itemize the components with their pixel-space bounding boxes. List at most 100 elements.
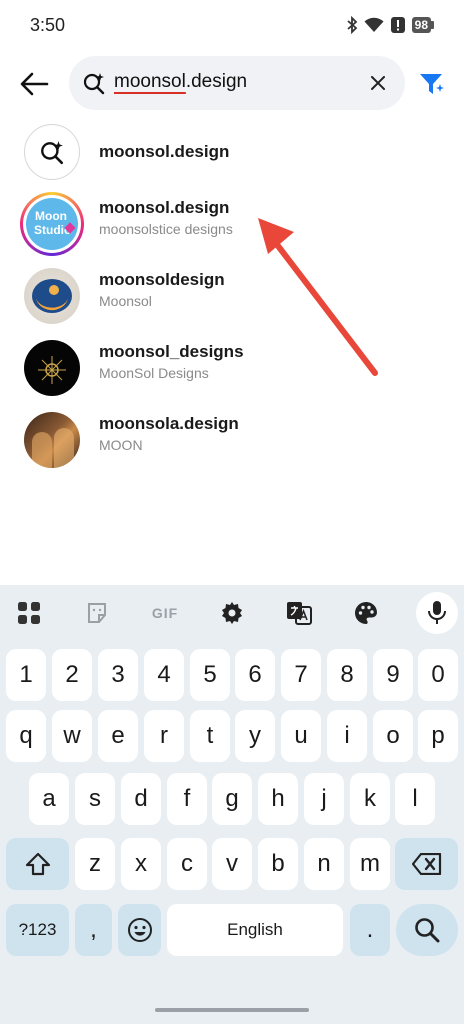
key-s[interactable]: s (75, 773, 115, 825)
result-title: moonsol.design (99, 142, 230, 161)
avatar (24, 412, 80, 468)
result-subtitle: MoonSol Designs (99, 365, 209, 381)
clear-search-button[interactable] (367, 72, 389, 94)
result-account-row[interactable]: moonsola.design MOON (0, 406, 464, 474)
shift-key[interactable] (6, 838, 69, 890)
key-j[interactable]: j (304, 773, 344, 825)
key-v[interactable]: v (212, 838, 252, 890)
keyboard: GIF 1 2 3 4 5 6 7 8 9 0 q w e r t y u i … (0, 585, 464, 1024)
key-0[interactable]: 0 (418, 649, 458, 701)
result-account-row[interactable]: moonsol_designs MoonSol Designs (0, 334, 464, 402)
key-2[interactable]: 2 (52, 649, 92, 701)
search-icon (415, 918, 440, 943)
back-arrow-icon (20, 72, 49, 96)
key-x[interactable]: x (121, 838, 161, 890)
result-subtitle: moonsolstice designs (99, 221, 233, 237)
translate-icon (287, 602, 312, 625)
key-8[interactable]: 8 (327, 649, 367, 701)
translate-button[interactable] (285, 599, 313, 627)
gif-label: GIF (151, 605, 179, 621)
result-title: moonsola.design (99, 414, 239, 433)
key-r[interactable]: r (144, 710, 184, 762)
key-n[interactable]: n (304, 838, 344, 890)
key-a[interactable]: a (29, 773, 69, 825)
avatar: Moon Studio (26, 198, 78, 250)
annotation-arrow (258, 218, 378, 376)
key-i[interactable]: i (327, 710, 367, 762)
result-subtitle: Moonsol (99, 293, 152, 309)
avatar (24, 340, 80, 396)
key-3[interactable]: 3 (98, 649, 138, 701)
search-sparkle-icon (41, 141, 64, 165)
bluetooth-icon (347, 16, 357, 34)
backspace-icon (411, 853, 441, 875)
key-y[interactable]: y (235, 710, 275, 762)
emoji-icon (127, 918, 152, 942)
voice-input-button[interactable] (416, 592, 458, 634)
navigation-handle[interactable] (155, 1008, 309, 1012)
key-m[interactable]: m (350, 838, 390, 890)
apps-grid-icon (18, 602, 40, 624)
filter-button[interactable] (418, 70, 446, 98)
close-icon (371, 76, 385, 90)
key-e[interactable]: e (98, 710, 138, 762)
search-input[interactable]: moonsol.design (69, 56, 405, 110)
back-button[interactable] (14, 64, 54, 104)
key-z[interactable]: z (75, 838, 115, 890)
avatar-logo-text: Moon (35, 209, 67, 223)
wifi-icon (364, 17, 384, 32)
key-5[interactable]: 5 (190, 649, 230, 701)
key-g[interactable]: g (212, 773, 252, 825)
result-subtitle: MOON (99, 437, 143, 453)
sticker-button[interactable] (83, 599, 111, 627)
gif-button[interactable]: GIF (149, 599, 181, 627)
key-d[interactable]: d (121, 773, 161, 825)
comma-key[interactable]: , (75, 904, 112, 956)
key-q[interactable]: q (6, 710, 46, 762)
result-title: moonsol.design (99, 198, 230, 217)
key-1[interactable]: 1 (6, 649, 46, 701)
space-key[interactable]: English (167, 904, 343, 956)
key-u[interactable]: u (281, 710, 321, 762)
status-time: 3:50 (30, 15, 66, 35)
key-l[interactable]: l (395, 773, 435, 825)
theme-button[interactable] (352, 599, 380, 627)
search-query-misspelled: moonsol (114, 71, 186, 92)
sticker-icon (88, 603, 106, 623)
key-t[interactable]: t (190, 710, 230, 762)
search-suggestion-row[interactable]: moonsol.design (0, 118, 464, 186)
key-7[interactable]: 7 (281, 649, 321, 701)
key-p[interactable]: p (418, 710, 458, 762)
settings-button[interactable] (218, 599, 246, 627)
apps-grid-button[interactable] (15, 599, 43, 627)
key-9[interactable]: 9 (373, 649, 413, 701)
key-h[interactable]: h (258, 773, 298, 825)
search-query[interactable]: moonsol.design (114, 71, 247, 93)
result-account-row[interactable]: moonsoldesign Moonsol (0, 262, 464, 330)
key-w[interactable]: w (52, 710, 92, 762)
gear-icon (222, 602, 242, 624)
symbols-key[interactable]: ?123 (6, 904, 69, 956)
search-suggestion-icon (24, 124, 80, 180)
avatar-photo (32, 428, 74, 468)
period-key[interactable]: . (350, 904, 390, 956)
key-f[interactable]: f (167, 773, 207, 825)
status-icons: 98 (346, 16, 434, 34)
key-k[interactable]: k (350, 773, 390, 825)
avatar-logo (38, 356, 66, 384)
search-action-key[interactable] (396, 904, 458, 956)
search-header: moonsol.design (0, 56, 464, 110)
battery-indicator: 98 (411, 17, 434, 33)
avatar (24, 268, 80, 324)
key-c[interactable]: c (167, 838, 207, 890)
key-b[interactable]: b (258, 838, 298, 890)
key-6[interactable]: 6 (235, 649, 275, 701)
emoji-key[interactable] (118, 904, 161, 956)
search-sparkle-icon (82, 71, 106, 100)
backspace-key[interactable] (395, 838, 458, 890)
key-o[interactable]: o (373, 710, 413, 762)
result-title: moonsoldesign (99, 270, 225, 289)
key-4[interactable]: 4 (144, 649, 184, 701)
result-account-row[interactable]: Moon Studio moonsol.design moonsolstice … (0, 190, 464, 258)
keyboard-toolbar: GIF (0, 585, 464, 641)
